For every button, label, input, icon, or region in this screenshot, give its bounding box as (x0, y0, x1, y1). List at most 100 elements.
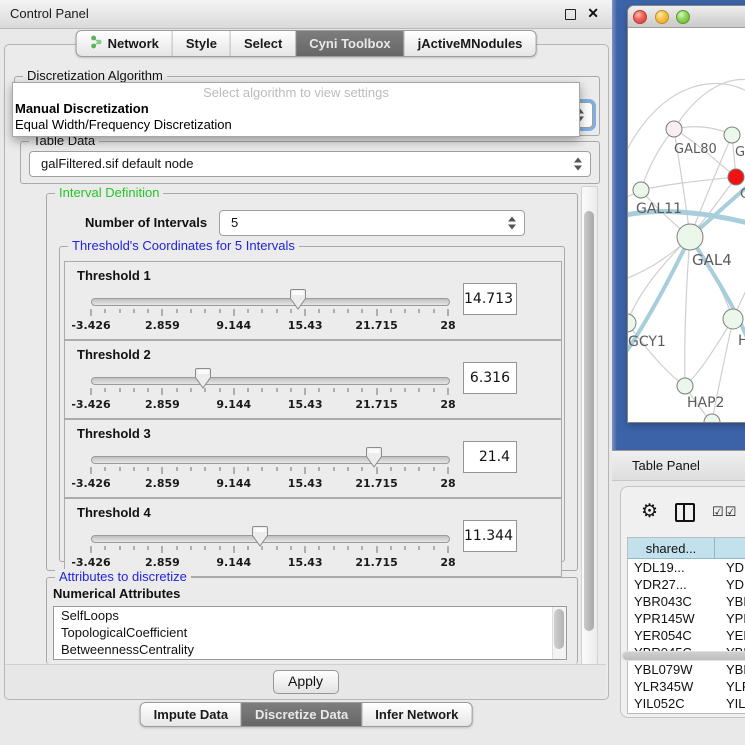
table-row[interactable]: YDL19...YDL1 (628, 559, 745, 576)
tab-select[interactable]: Select (230, 31, 295, 56)
tick-mark (276, 388, 277, 392)
tick-mark (376, 467, 377, 474)
apply-button[interactable]: Apply (273, 670, 339, 694)
threshold-label: Threshold 1 (77, 268, 151, 283)
network-node-gal4[interactable] (677, 224, 703, 250)
table-cell: YBR0 (720, 593, 745, 610)
table-cell: YPR145W (628, 610, 720, 627)
tab-style[interactable]: Style (172, 31, 230, 56)
tab-jactivemnodules[interactable]: jActiveMNodules (404, 31, 536, 56)
columns-icon[interactable] (675, 503, 695, 522)
threshold-value-field[interactable]: 11.344 (463, 520, 517, 552)
network-node[interactable] (728, 169, 744, 185)
threshold-panel-1: Threshold 1-3.4262.8599.14415.4321.71528… (64, 261, 562, 340)
dropdown-item-equal-width-frequency[interactable]: Equal Width/Frequency Discretization (13, 117, 579, 133)
table-row[interactable]: YBL079WYBL0 (628, 661, 745, 678)
attribute-item-topologicalcoefficient[interactable]: TopologicalCoefficient (54, 624, 566, 641)
slider-track[interactable] (91, 298, 450, 306)
tick-label: -3.426 (71, 398, 110, 411)
threshold-value-field[interactable]: 21.4 (463, 441, 517, 473)
attribute-item-betweennesscentrality[interactable]: BetweennessCentrality (54, 641, 566, 658)
slider-track[interactable] (91, 456, 450, 464)
float-window-icon[interactable] (565, 9, 576, 20)
tick-mark (276, 467, 277, 471)
tick-mark (219, 309, 220, 313)
dropdown-placeholder-item[interactable]: Select algorithm to view settings (13, 83, 579, 101)
slider-track[interactable] (91, 535, 450, 543)
table-cell: YPR1 (720, 610, 745, 627)
attributes-scrollbar-thumb[interactable] (554, 609, 564, 649)
table-panel-title: Table Panel (632, 458, 700, 473)
tick-label: 2.859 (145, 556, 180, 569)
slider-thumb[interactable] (251, 526, 268, 547)
combo-arrows-icon (508, 217, 516, 230)
table-row[interactable]: YLR345WYLR3 (628, 678, 745, 695)
network-node-h[interactable] (723, 309, 743, 329)
table-row[interactable]: YER054CYER0 (628, 627, 745, 644)
gear-icon[interactable]: ⚙ (641, 502, 658, 522)
close-icon[interactable]: ✕ (587, 5, 599, 22)
slider-track[interactable] (91, 377, 450, 385)
select-columns-icon[interactable]: ☑☑ (712, 504, 737, 520)
tick-label: -3.426 (71, 319, 110, 332)
tick-mark (448, 388, 449, 395)
network-node-gcy1[interactable] (628, 314, 636, 332)
table-toolbar: ⚙ ☑☑ (641, 501, 737, 523)
tick-label: 21.715 (355, 556, 397, 569)
table-row[interactable]: YIL052CYIL0 (628, 695, 745, 712)
interval-definition-label: Interval Definition (55, 185, 163, 200)
tick-mark (433, 388, 434, 392)
tick-label: 15.43 (288, 477, 323, 490)
node-label-h: H (738, 333, 745, 349)
table-row[interactable]: YPR145WYPR1 (628, 610, 745, 627)
table-hscrollbar-thumb[interactable] (623, 652, 745, 660)
table-panel-titlebar: Table Panel (612, 450, 745, 481)
network-node-gal11[interactable] (633, 182, 649, 198)
threshold-label: Threshold 3 (77, 426, 151, 441)
panel-scrollbar-thumb[interactable] (584, 211, 594, 631)
tab-label: jActiveMNodules (418, 36, 523, 51)
table-row[interactable]: YBR043CYBR0 (628, 593, 745, 610)
threshold-value-field[interactable]: 14.713 (463, 283, 517, 315)
tab-infer-network[interactable]: Infer Network (361, 703, 471, 726)
close-traffic-light-icon[interactable] (633, 10, 647, 24)
dropdown-item-manual-discretization[interactable]: Manual Discretization (13, 101, 579, 117)
column-header-shared-[interactable]: shared... (628, 538, 715, 559)
slider-thumb[interactable] (194, 368, 211, 389)
table-cell: YDL19... (628, 559, 720, 576)
network-node-gal80[interactable] (666, 121, 682, 137)
algorithm-dropdown-popup: Select algorithm to view settings Manual… (12, 82, 580, 137)
tab-cyni-toolbox[interactable]: Cyni Toolbox (295, 31, 403, 56)
slider-ticks: -3.4262.8599.14415.4321.71528 (91, 467, 448, 493)
node-label-gal80: GAL80 (674, 142, 717, 157)
threshold-panel-3: Threshold 3 -3.4262.8599.14415.4321.71528… (64, 419, 562, 498)
minimize-traffic-light-icon[interactable] (655, 10, 669, 24)
number-of-intervals-label: Number of Intervals (85, 215, 207, 230)
tick-mark (405, 309, 406, 313)
tick-mark (305, 546, 306, 553)
network-node-ga[interactable] (724, 127, 740, 143)
network-canvas[interactable]: GAL80GAGAL11GAL4GCY1HHAP2C (628, 28, 745, 422)
tick-mark (419, 546, 420, 550)
table-row[interactable]: YDR27...YDR2 (628, 576, 745, 593)
slider-thumb[interactable] (366, 447, 383, 468)
tab-impute-data[interactable]: Impute Data (141, 703, 241, 726)
threshold-value-field[interactable]: 6.316 (463, 362, 517, 394)
tick-mark (105, 546, 106, 550)
table-data-combobox[interactable]: galFiltered.sif default node (29, 151, 591, 177)
network-node-hap2[interactable] (677, 378, 693, 394)
table-cell: YDL1 (720, 559, 745, 576)
node-label-gcy1: GCY1 (628, 334, 666, 350)
number-of-intervals-combobox[interactable]: 5 (219, 210, 525, 236)
numerical-attributes-list[interactable]: SelfLoopsTopologicalCoefficientBetweenne… (53, 606, 567, 660)
zoom-traffic-light-icon[interactable] (676, 10, 690, 24)
slider-thumb[interactable] (289, 289, 306, 310)
tab-label: Impute Data (154, 707, 228, 722)
attribute-item-selfloops[interactable]: SelfLoops (54, 607, 566, 624)
tick-mark (348, 388, 349, 392)
tab-discretize-data[interactable]: Discretize Data (241, 703, 361, 726)
tab-network[interactable]: Network (77, 31, 172, 56)
tick-mark (319, 309, 320, 313)
column-header-na[interactable]: na (715, 538, 745, 559)
tick-mark (133, 388, 134, 392)
